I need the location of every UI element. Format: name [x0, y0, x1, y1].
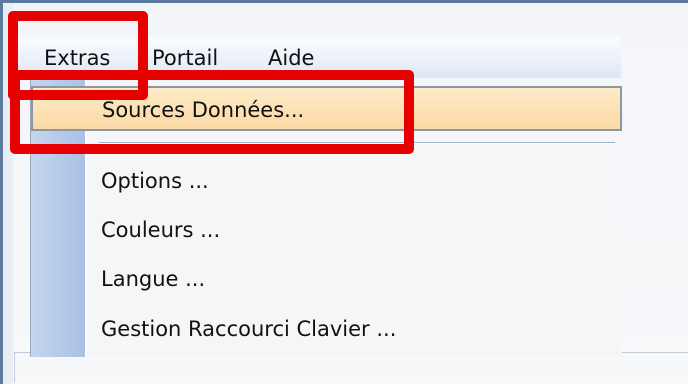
menu-separator — [99, 142, 615, 143]
menu-portail[interactable]: Portail — [150, 43, 220, 73]
menu-item-sources-donnees[interactable]: Sources Données... — [31, 86, 622, 131]
window-left-edge — [3, 3, 13, 384]
menu-item-options[interactable]: Options ... — [31, 160, 622, 202]
menu-extras[interactable]: Extras — [42, 43, 112, 73]
menu-item-label: Langue ... — [101, 267, 206, 291]
menu-item-label: Gestion Raccourci Clavier ... — [101, 317, 397, 341]
menu-item-label: Sources Données... — [102, 98, 305, 122]
extras-dropdown-menu: Sources Données... Options ... Couleurs … — [30, 78, 622, 357]
menu-bar: Extras Portail Aide — [14, 37, 621, 78]
menu-item-label: Couleurs ... — [101, 218, 221, 242]
menu-item-couleurs[interactable]: Couleurs ... — [31, 209, 622, 251]
menu-aide[interactable]: Aide — [266, 43, 316, 73]
menu-item-gestion-raccourci-clavier[interactable]: Gestion Raccourci Clavier ... — [31, 308, 622, 350]
menu-item-langue[interactable]: Langue ... — [31, 258, 622, 300]
menu-item-label: Options ... — [101, 169, 209, 193]
